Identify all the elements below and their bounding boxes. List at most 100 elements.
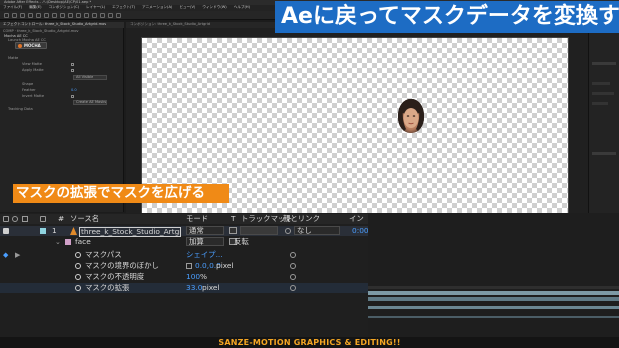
invert-matte-label: Invert Matte	[22, 94, 45, 98]
mask-color-swatch[interactable]	[65, 239, 71, 245]
mask-mode-dropdown[interactable]: 加算	[186, 237, 224, 246]
stamp-tool-icon[interactable]	[92, 13, 97, 18]
mask-expansion-label: マスクの拡張	[85, 283, 130, 292]
mask-path-stopwatch-icon[interactable]	[75, 252, 81, 258]
label-icon	[40, 216, 46, 222]
mask-path-label: マスクパス	[85, 250, 122, 259]
mask-opacity-pickwhip-icon[interactable]	[290, 274, 296, 280]
brush-tool-icon[interactable]	[84, 13, 89, 18]
source-name-header[interactable]: ソース名	[70, 214, 99, 224]
camera-tool-icon[interactable]	[44, 13, 49, 18]
view-matte-checkbox[interactable]	[71, 63, 74, 66]
mask-row[interactable]: ⌄ face 加算 反転	[0, 237, 368, 247]
mask-feather-row[interactable]: マスクの境界のぼかし 0.0,0.0 pixel	[0, 261, 368, 271]
mask-opacity-unit: %	[200, 272, 208, 281]
mask-duration-bar[interactable]	[368, 297, 619, 301]
feather-label: Feather	[22, 88, 36, 92]
roto-tool-icon[interactable]	[108, 13, 113, 18]
text-tool-icon[interactable]	[76, 13, 81, 18]
parent-header[interactable]: 親とリンク	[283, 214, 320, 224]
constrain-proportions-icon[interactable]	[186, 263, 192, 269]
parent-dropdown[interactable]: なし	[294, 226, 340, 235]
in-header[interactable]: イン	[349, 214, 364, 224]
mocha-logo-icon	[18, 43, 22, 48]
layer-mode-dropdown[interactable]: 通常	[186, 226, 224, 235]
layer-duration-bar[interactable]	[368, 291, 619, 295]
mode-header[interactable]: モード	[186, 214, 208, 224]
parent-pickwhip-icon[interactable]	[285, 228, 291, 234]
layer-row[interactable]: 1 three_k_Stock_Studio_Artgrid.mov 通常 なし…	[0, 226, 369, 237]
mask-path-value[interactable]: シェイプ...	[186, 250, 223, 260]
footage-icon	[70, 227, 77, 235]
shape-dropdown[interactable]: All Visible	[73, 75, 107, 80]
solo-icon	[12, 216, 18, 222]
audio-video-icon	[3, 216, 9, 222]
mask-feather-unit: pixel	[216, 261, 234, 270]
property-duration-bar[interactable]	[368, 306, 619, 309]
mask-expansion-pickwhip-icon[interactable]	[290, 285, 296, 291]
puppet-tool-icon[interactable]	[116, 13, 121, 18]
layer-name[interactable]: three_k_Stock_Studio_Artgrid.mov	[79, 227, 181, 237]
pan-tool-icon[interactable]	[52, 13, 57, 18]
t-header[interactable]: T	[231, 214, 236, 224]
keyframe-nav-icon[interactable]: ◆	[3, 252, 8, 259]
timeline-track-area[interactable]	[368, 213, 619, 337]
selection-tool-icon[interactable]	[12, 13, 17, 18]
hand-tool-icon[interactable]	[20, 13, 25, 18]
mask-tool-icon[interactable]	[60, 13, 65, 18]
mask-feather-label: マスクの境界のぼかし	[85, 261, 159, 270]
after-effects-window: Adobe After Effects - ハ:\Desktop\AE\CP\0…	[0, 0, 619, 348]
rotate-tool-icon[interactable]	[36, 13, 41, 18]
parent-value: なし	[297, 226, 312, 235]
pen-tool-icon[interactable]	[68, 13, 73, 18]
zoom-tool-icon[interactable]	[28, 13, 33, 18]
mask-feather-pickwhip-icon[interactable]	[290, 263, 296, 269]
mocha-launch-button[interactable]: MOCHA	[15, 42, 47, 49]
shape-label: Shape	[22, 82, 34, 86]
create-masks-button-label: Create AE Masks	[76, 100, 107, 104]
create-masks-button[interactable]: Create AE Masks	[73, 100, 107, 105]
mask-path-pickwhip-icon[interactable]	[290, 252, 296, 258]
mask-feather-stopwatch-icon[interactable]	[75, 263, 81, 269]
keyframe-arrow-icon[interactable]: ▶	[15, 252, 20, 259]
feather-value[interactable]: 0.0	[71, 88, 77, 93]
layer-label-color[interactable]	[40, 228, 46, 234]
preserve-transparency-checkbox[interactable]	[229, 227, 237, 234]
mask-expansion-value[interactable]: 33.0	[186, 283, 202, 293]
home-tool-icon[interactable]	[4, 13, 9, 18]
video-title-overlay: Aeに戻ってマスクデータを変換する	[275, 1, 619, 33]
tracking-data-label[interactable]: Tracking Data	[8, 107, 33, 112]
mask-name[interactable]: face	[75, 237, 91, 247]
composition-tab[interactable]: コンポジション: three_k_Stock_Studio_Artgrid	[130, 22, 210, 27]
in-point-value[interactable]: 0:00	[352, 226, 369, 236]
work-area-bar[interactable]	[368, 316, 619, 318]
effect-controls-tab[interactable]: エフェクトコントロール: three_k_Stock_Studio_Artgri…	[0, 22, 124, 28]
mask-opacity-label: マスクの不透明度	[85, 272, 145, 281]
mask-expansion-unit: pixel	[202, 283, 220, 292]
time-ruler[interactable]	[368, 286, 619, 289]
mask-mode-value: 加算	[189, 237, 204, 246]
caption-overlay: マスクの拡張でマスクを広げる	[13, 184, 229, 203]
shape-dropdown-value: All Visible	[76, 75, 94, 79]
masked-face-preview	[398, 99, 424, 133]
mask-opacity-stopwatch-icon[interactable]	[75, 274, 81, 280]
eraser-tool-icon[interactable]	[100, 13, 105, 18]
mask-expand-chevron-icon[interactable]: ⌄	[55, 239, 61, 246]
layer-number-header: #	[58, 214, 65, 223]
mask-expansion-stopwatch-icon[interactable]	[75, 285, 81, 291]
matte-group-label[interactable]: Matte	[8, 56, 18, 61]
mask-opacity-row[interactable]: マスクの不透明度 100 %	[0, 272, 368, 282]
layer-visibility-icon[interactable]	[3, 228, 9, 234]
apply-matte-label: Apply Matte	[22, 68, 44, 72]
layer-number: 1	[52, 226, 57, 235]
mask-opacity-value[interactable]: 100	[186, 272, 200, 282]
layer-mode-value: 通常	[189, 226, 204, 235]
footer-text: SANZE-MOTION GRAPHICS & EDITING!!	[218, 338, 401, 347]
mask-invert-label: 反転	[234, 237, 249, 246]
apply-matte-checkbox[interactable]	[71, 69, 74, 72]
track-matte-dropdown[interactable]	[240, 226, 278, 235]
mask-path-row[interactable]: ◆ ▶ マスクパス シェイプ...	[0, 250, 368, 260]
mask-expansion-row[interactable]: マスクの拡張 33.0 pixel	[0, 283, 368, 293]
invert-matte-checkbox[interactable]	[71, 95, 74, 98]
view-matte-label: View Matte	[22, 62, 43, 66]
